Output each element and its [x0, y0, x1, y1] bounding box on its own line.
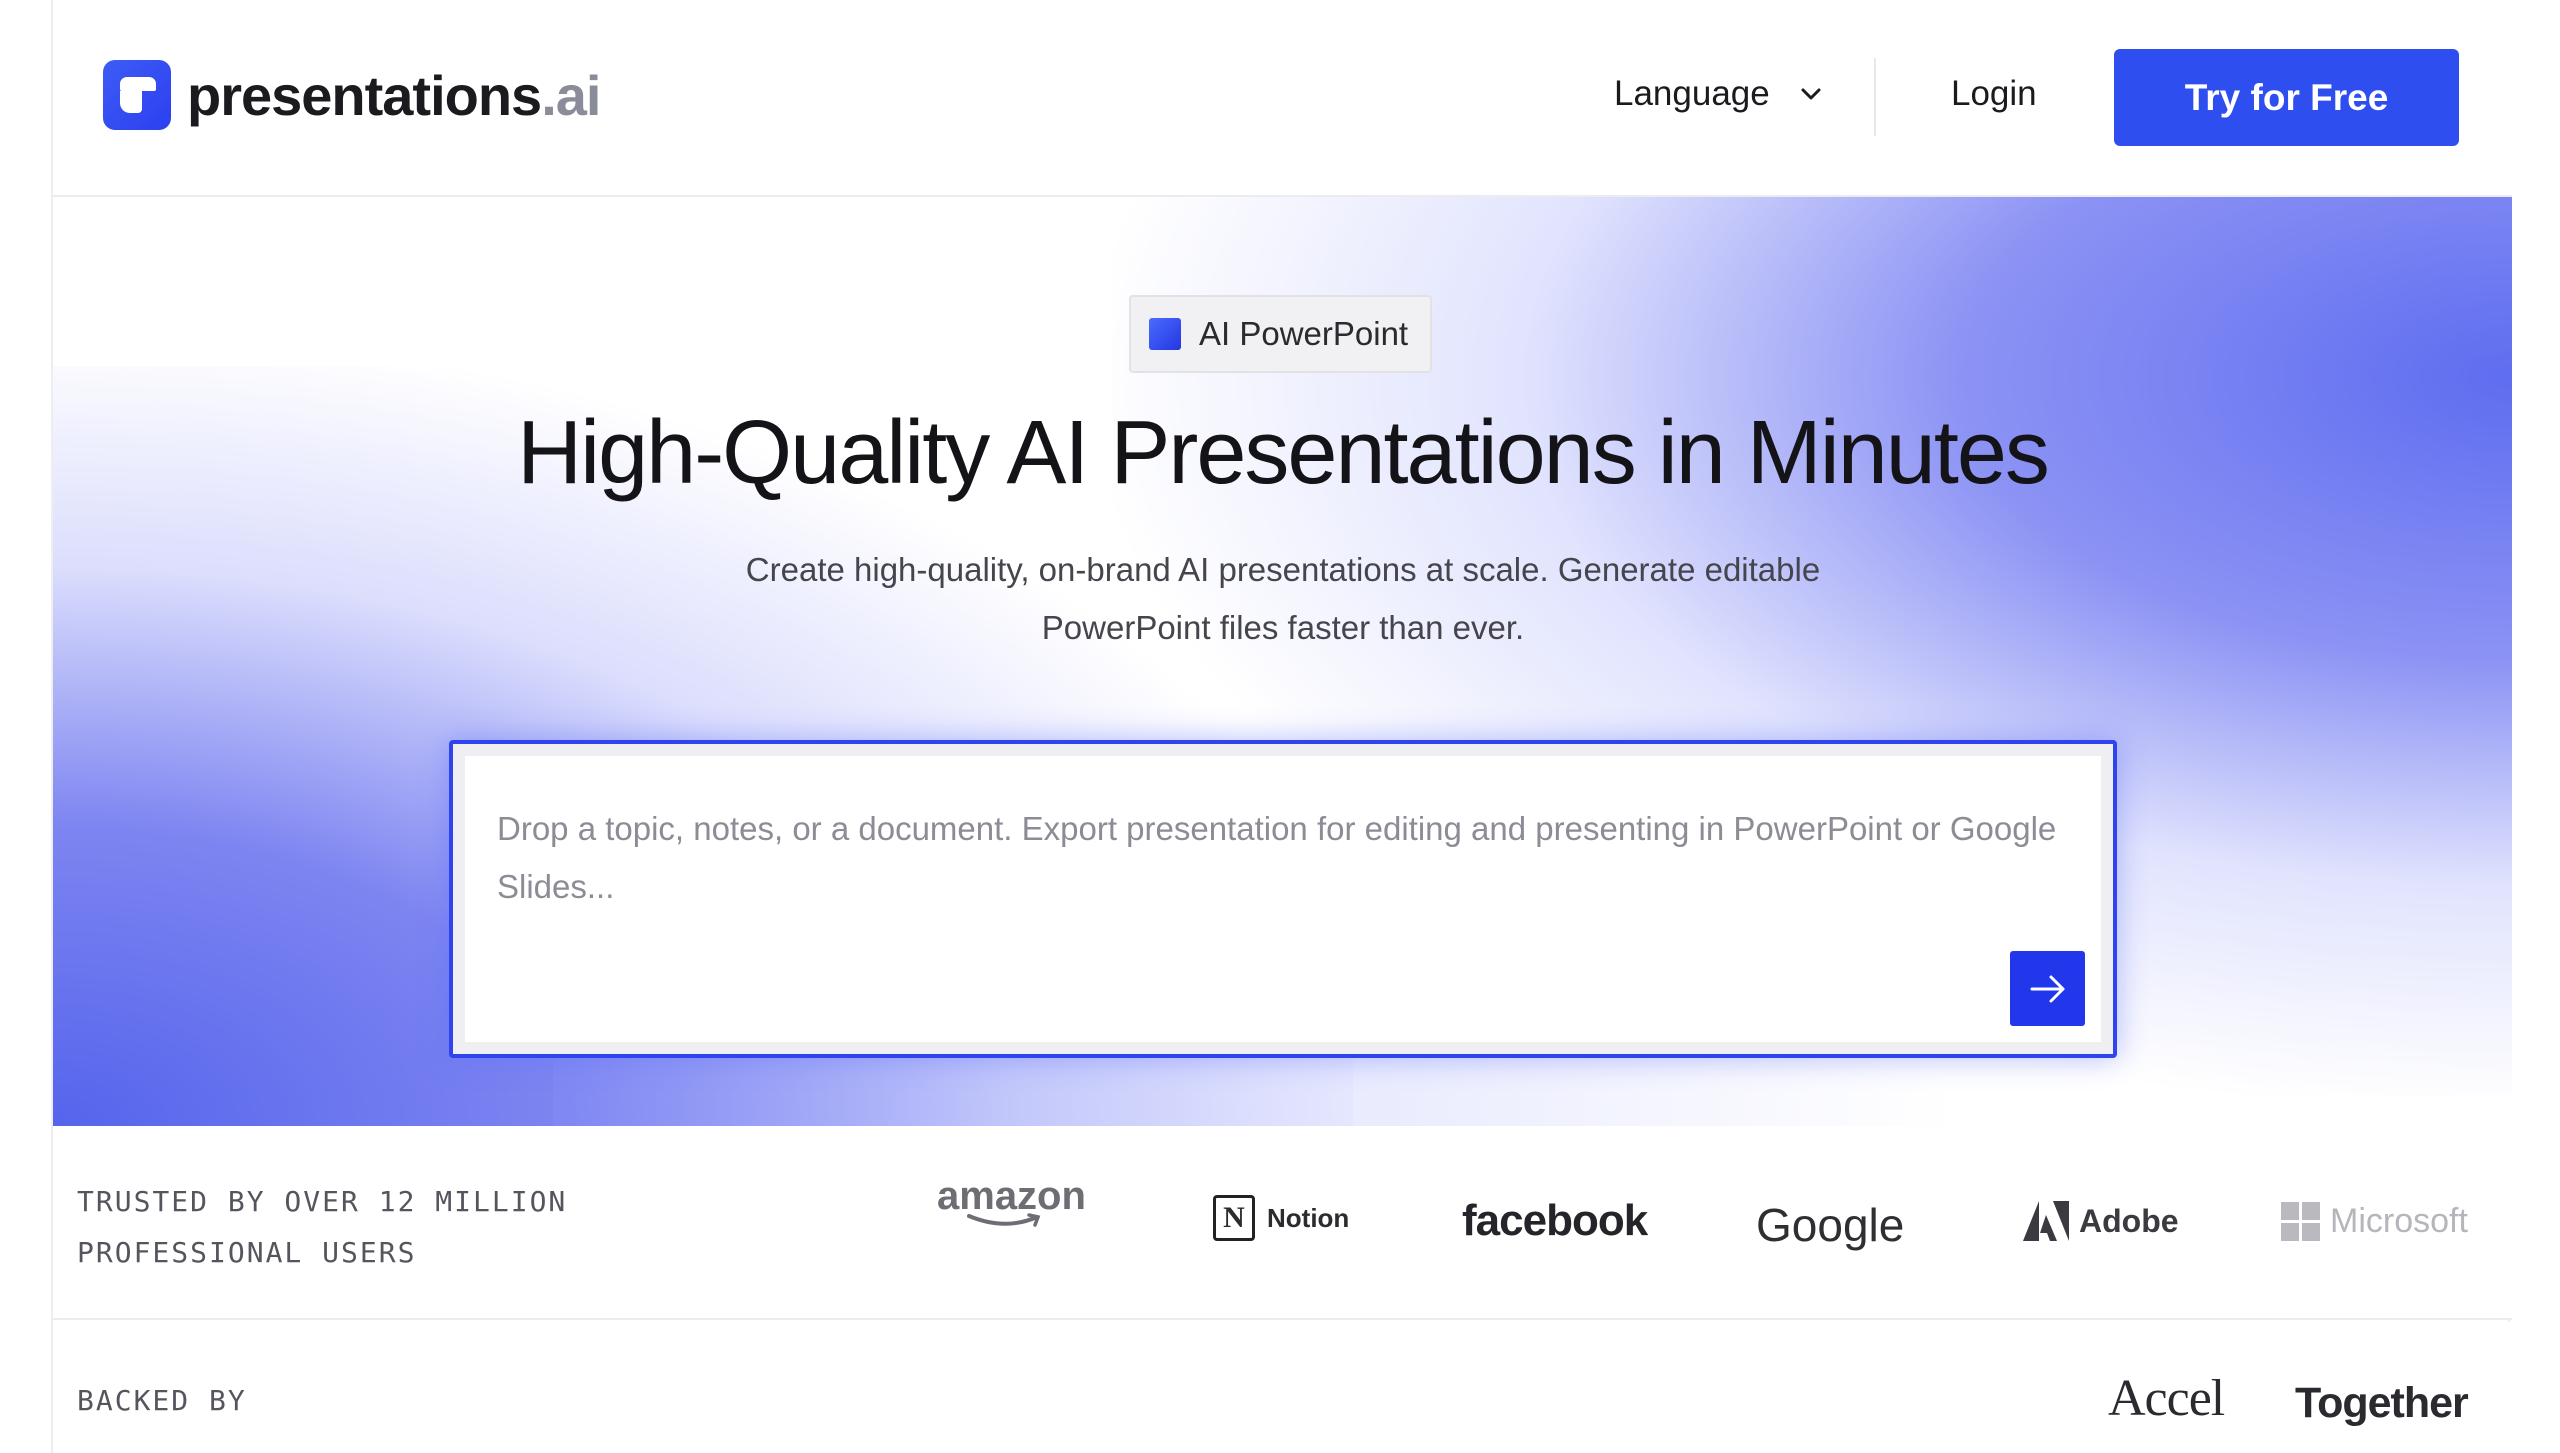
notion-n-icon: N: [1213, 1195, 1255, 1241]
trusted-label: TRUSTED BY OVER 12 MILLION PROFESSIONAL …: [77, 1176, 567, 1278]
submit-prompt-button[interactable]: [2010, 951, 2085, 1026]
logo-text-suffix: .ai: [541, 63, 601, 127]
badge-label: AI PowerPoint: [1199, 315, 1409, 352]
prompt-input[interactable]: [497, 800, 2087, 940]
notion-logo: N Notion: [1213, 1195, 1349, 1241]
prompt-box: [449, 740, 2117, 1058]
accel-logo: Accel: [2108, 1370, 2225, 1427]
trusted-label-line1: TRUSTED BY OVER 12 MILLION: [77, 1185, 568, 1218]
header-divider: [1874, 58, 1876, 136]
language-selector[interactable]: Language: [1614, 74, 1822, 114]
trusted-label-line2: PROFESSIONAL USERS: [77, 1236, 417, 1269]
microsoft-grid-icon: [2281, 1202, 2320, 1241]
backed-by-section: BACKED BY Accel Together: [53, 1322, 2512, 1453]
amazon-smile-icon: [967, 1213, 1041, 1227]
backed-by-label: BACKED BY: [77, 1384, 247, 1417]
prompt-inner: [465, 756, 2101, 1042]
adobe-logo-text: Adobe: [2079, 1202, 2179, 1239]
hero-title: High-Quality AI Presentations in Minutes: [517, 403, 2050, 503]
facebook-logo: facebook: [1462, 1196, 1648, 1245]
badge-square-icon: [1149, 318, 1181, 350]
adobe-logo: Adobe: [2023, 1201, 2179, 1241]
page-frame: presentations.ai Language Login Try for …: [51, 0, 2512, 1453]
together-logo: Together: [2295, 1379, 2469, 1427]
hero-section: AI PowerPoint High-Quality AI Presentati…: [53, 197, 2512, 1126]
hero-subtitle: Create high-quality, on-brand AI present…: [745, 551, 1821, 646]
logo-wordmark: presentations.ai: [187, 63, 601, 128]
chevron-down-icon: [1801, 88, 1821, 100]
language-label: Language: [1614, 74, 1770, 113]
microsoft-logo-text: Microsoft: [2330, 1202, 2468, 1240]
adobe-a-icon: [2023, 1201, 2069, 1241]
microsoft-logo: Microsoft: [2281, 1202, 2468, 1241]
try-for-free-button[interactable]: Try for Free: [2114, 49, 2459, 146]
site-header: presentations.ai Language Login Try for …: [53, 0, 2512, 197]
login-link[interactable]: Login: [1951, 74, 2037, 114]
trusted-by-section: TRUSTED BY OVER 12 MILLION PROFESSIONAL …: [53, 1126, 2512, 1320]
notion-logo-text: Notion: [1267, 1202, 1350, 1233]
brand-logo[interactable]: presentations.ai: [103, 60, 601, 130]
arrow-right-icon: [2030, 975, 2064, 1002]
google-logo: Google: [1756, 1199, 1905, 1251]
logo-text-main: presentations: [187, 63, 542, 127]
ai-powerpoint-badge: AI PowerPoint: [1129, 295, 1432, 373]
amazon-logo: amazon: [937, 1174, 1086, 1229]
logo-mark-icon: [103, 60, 171, 130]
